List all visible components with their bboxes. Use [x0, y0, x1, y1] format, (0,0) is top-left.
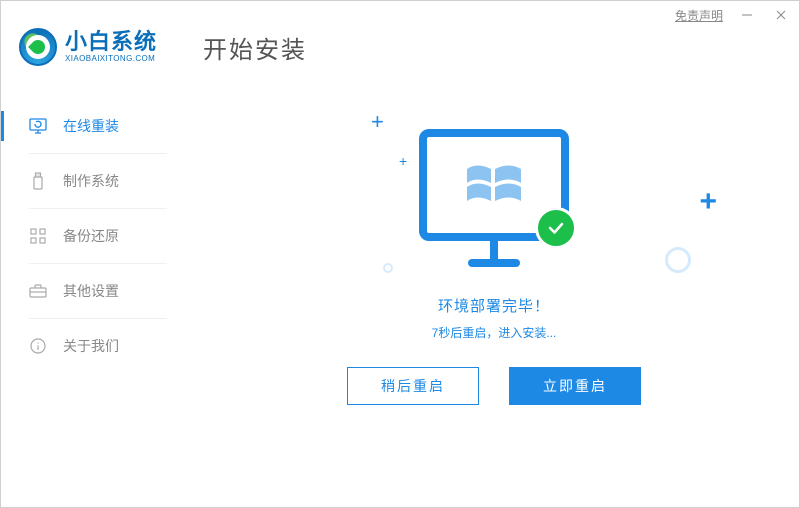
sidebar-item-about[interactable]: 关于我们 [1, 319, 189, 373]
sidebar-item-label: 其他设置 [63, 281, 119, 301]
windows-flag-icon [463, 159, 525, 211]
usb-icon [29, 172, 47, 190]
header: 小白系统 XIAOBAIXITONG.COM 开始安装 [1, 21, 799, 73]
app-window: 免责声明 小白系统 XIAOBAIXITONG.COM 开始安装 在线 [0, 0, 800, 508]
toolbox-icon [29, 282, 47, 300]
logo-icon [19, 28, 57, 66]
status-message: 环境部署完毕！ [438, 295, 550, 316]
sidebar-item-settings[interactable]: 其他设置 [1, 264, 189, 318]
restart-now-button[interactable]: 立即重启 [509, 367, 641, 405]
restart-later-button[interactable]: 稍后重启 [347, 367, 479, 405]
brand-name: 小白系统 [65, 31, 157, 53]
button-row: 稍后重启 立即重启 [347, 367, 641, 405]
plus-decor-icon: + [399, 153, 407, 169]
status-illustration [419, 129, 569, 267]
sidebar-item-label: 在线重装 [63, 116, 119, 136]
circle-decor-icon [665, 247, 691, 273]
sidebar-item-backup[interactable]: 备份还原 [1, 209, 189, 263]
sidebar-item-label: 备份还原 [63, 226, 119, 246]
sidebar-item-make-system[interactable]: 制作系统 [1, 154, 189, 208]
sidebar-item-reinstall[interactable]: 在线重装 [1, 99, 189, 153]
body: 在线重装 制作系统 备份还原 其他设置 [1, 73, 799, 507]
sidebar-item-label: 关于我们 [63, 336, 119, 356]
grid-icon [29, 227, 47, 245]
check-badge-icon [535, 207, 577, 249]
plus-decor-icon: + [699, 185, 717, 219]
circle-decor-icon [383, 263, 393, 273]
status-countdown: 7秒后重启，进入安装... [432, 324, 557, 341]
monitor-refresh-icon [29, 117, 47, 135]
plus-decor-icon: + [371, 109, 384, 135]
monitor-icon [419, 129, 569, 241]
sidebar: 在线重装 制作系统 备份还原 其他设置 [1, 73, 189, 507]
page-title: 开始安装 [203, 30, 307, 65]
sidebar-item-label: 制作系统 [63, 171, 119, 191]
info-icon [29, 337, 47, 355]
app-logo: 小白系统 XIAOBAIXITONG.COM [19, 28, 157, 66]
main-content: + + + 环 [189, 73, 799, 507]
brand-subtitle: XIAOBAIXITONG.COM [65, 55, 157, 63]
